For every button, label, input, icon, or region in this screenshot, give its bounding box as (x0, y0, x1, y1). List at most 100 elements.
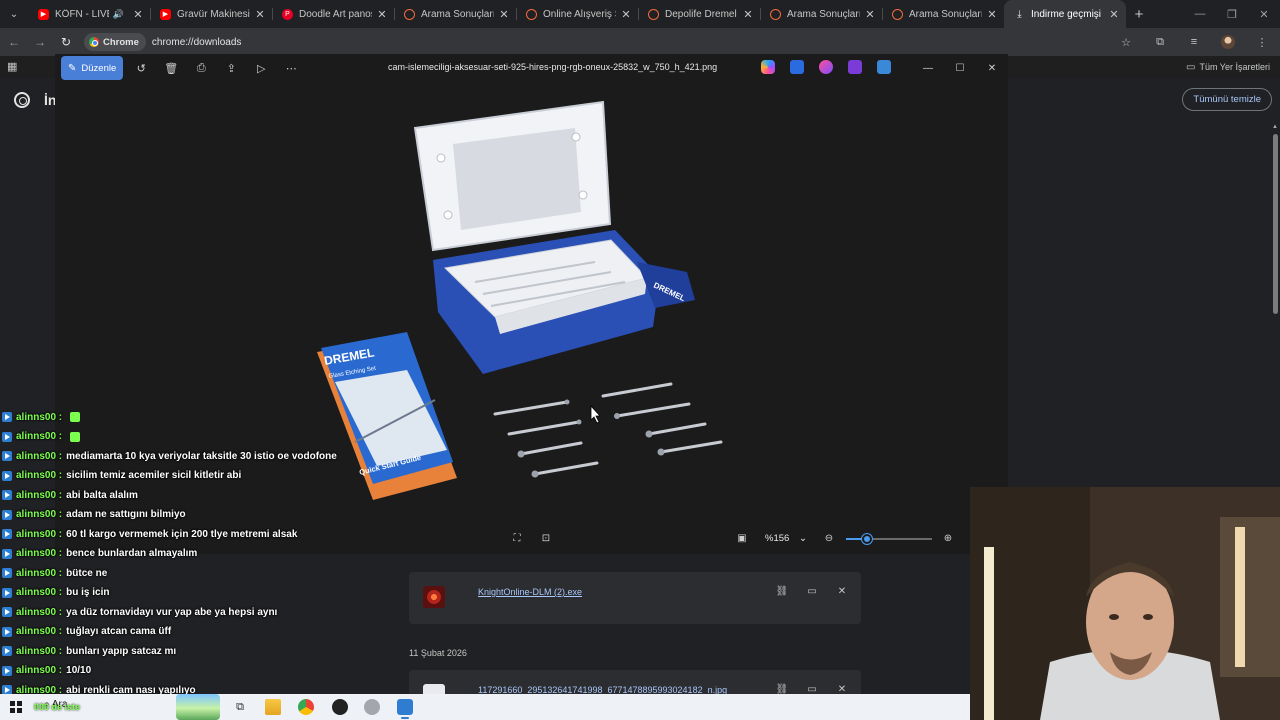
edit-button[interactable]: ✎ Düzenle (61, 56, 124, 80)
menu-kebab-icon[interactable]: ⋮ (1250, 30, 1274, 54)
chat-message: alinns00 : sicilim temiz acemiler sicil k… (2, 467, 241, 485)
omnibox[interactable]: Chrome chrome://downloads (84, 31, 241, 53)
file-explorer-icon[interactable] (265, 699, 281, 715)
zoom-out-icon[interactable]: ⊖ (822, 531, 836, 545)
tab-2[interactable]: ▶ Gravür Makinesi İçin ✕ (150, 0, 272, 28)
close-icon[interactable]: ✕ (742, 8, 754, 21)
close-icon[interactable]: ✕ (254, 8, 266, 21)
extensions-icon[interactable]: ⧉ (1148, 30, 1172, 54)
download-actions: ⛓ ▭ ✕ (775, 584, 849, 598)
restore-icon[interactable]: ❐ (1216, 0, 1248, 28)
copy-link-icon[interactable]: ⛓ (775, 584, 789, 598)
back-icon[interactable]: ← (2, 30, 26, 54)
paint-icon[interactable] (819, 60, 833, 74)
bookmark-star-icon[interactable]: ☆ (1114, 30, 1138, 54)
close-window-icon[interactable]: ✕ (1248, 0, 1280, 28)
close-icon[interactable]: ✕ (132, 8, 144, 21)
chat-username: alinns00 : (16, 509, 63, 520)
tab-downloads[interactable]: ⤓ İndirme geçmişi ✕ (1004, 0, 1126, 28)
chat-username: alinns00 : (16, 489, 63, 501)
close-icon[interactable]: ✕ (620, 8, 632, 21)
actual-size-icon[interactable]: ⊡ (539, 531, 553, 545)
rotate-icon[interactable]: ↺ (129, 56, 153, 80)
url-text[interactable]: chrome://downloads (152, 37, 242, 48)
close-icon[interactable]: ✕ (1108, 8, 1120, 21)
new-tab-button[interactable]: + (1126, 0, 1152, 28)
youtube-icon: ▶ (38, 8, 49, 20)
profile-avatar[interactable] (1216, 30, 1240, 54)
chat-text: 60 tl kargo vermemek için 200 tlye metre… (66, 528, 298, 540)
screenshot-icon[interactable]: ▣ (735, 531, 749, 545)
tab-7[interactable]: Arama Sonuçları - Tre ✕ (760, 0, 882, 28)
obs-icon[interactable] (332, 699, 348, 715)
site-chip[interactable]: Chrome (84, 33, 146, 51)
tab-8[interactable]: Arama Sonuçları - Tre ✕ (882, 0, 1004, 28)
tab-title: Arama Sonuçları - Tre (909, 8, 982, 20)
forward-icon[interactable]: → (28, 30, 52, 54)
chat-message: alinns00 :60 tl kargo vermemek için 200 … (2, 525, 297, 543)
viewer-toolbar: ✎ Düzenle ↺ 🗑 ⎙ ⇪ ▷ ⋯ cam-islemeciligi-a… (55, 54, 1008, 82)
chat-message: alinns00 : mediamarta 10 kya veriyolar ta… (2, 447, 337, 465)
tab-6[interactable]: Depolife Dremel Pro ✕ (638, 0, 760, 28)
clear-all-button[interactable]: Tümünü temizle (1182, 88, 1272, 111)
maximize-icon[interactable]: ☐ (944, 54, 976, 82)
close-window-icon[interactable]: ✕ (976, 54, 1008, 82)
onedrive-icon[interactable] (877, 60, 891, 74)
weather-widget[interactable] (176, 694, 220, 720)
delete-icon[interactable]: 🗑 (159, 56, 183, 80)
share-icon[interactable]: ⇪ (219, 56, 243, 80)
tab-1[interactable]: ▶ KÖFN - LIVE SET 🔊 ✕ (28, 0, 150, 28)
copilot-icon[interactable] (761, 60, 775, 74)
minimize-icon[interactable]: — (1184, 0, 1216, 28)
more-icon[interactable]: ⋯ (279, 56, 303, 80)
platform-badge-icon (2, 509, 12, 520)
show-in-folder-icon[interactable]: ▭ (805, 584, 819, 598)
scrollbar-thumb[interactable] (1273, 134, 1278, 314)
tab-search-button[interactable]: ⌄ (0, 0, 28, 28)
start-icon[interactable] (10, 701, 22, 713)
photos-icon[interactable] (397, 699, 413, 715)
platform-badge-icon (2, 626, 12, 637)
chat-message: alinns00 : adam ne sattıgını bilmiyo (2, 506, 186, 524)
chat-username: alinns00 : (16, 470, 63, 481)
close-icon[interactable]: ✕ (864, 8, 876, 21)
slideshow-icon[interactable]: ▷ (249, 56, 273, 80)
apps-grid-icon[interactable]: ▦ (7, 60, 17, 73)
minimize-icon[interactable]: — (912, 54, 944, 82)
zoom-in-icon[interactable]: ⊕ (941, 531, 955, 545)
youtube-icon: ▶ (160, 8, 171, 20)
file-title: cam-islemeciligi-aksesuar-seti-925-hires… (388, 62, 718, 72)
scrollbar[interactable]: ▲ (1272, 124, 1278, 320)
platform-badge-icon (2, 529, 12, 539)
chat-message: alinns00 : ya düz tornavidayı vur yap abe… (2, 603, 277, 621)
close-icon[interactable]: ✕ (376, 8, 388, 21)
close-icon[interactable]: ✕ (498, 8, 510, 21)
reload-icon[interactable]: ↻ (54, 30, 78, 54)
chat-text: bence bunlardan almayalım (66, 548, 198, 559)
scroll-up-icon[interactable]: ▲ (1272, 124, 1278, 130)
remove-icon[interactable]: ✕ (835, 584, 849, 598)
chat-username: alinns00 : (16, 411, 63, 423)
task-view-icon[interactable]: ⧉ (232, 699, 248, 715)
zoom-slider-thumb[interactable] (861, 534, 872, 544)
all-bookmarks-label: Tüm Yer İşaretleri (1199, 62, 1270, 72)
chat-text: tuğlayı atcan cama üff (66, 626, 172, 637)
chrome-logo-icon (89, 37, 99, 47)
zoom-dropdown[interactable]: %156 ⌄ (760, 529, 810, 548)
media-controls-icon[interactable]: ≡ (1182, 30, 1206, 54)
tab-5[interactable]: Online Alışveriş Sitesi ✕ (516, 0, 638, 28)
fit-to-window-icon[interactable]: ⛶ (510, 531, 524, 545)
bookmarks-bar-all[interactable]: ▭ Tüm Yer İşaretleri (1186, 58, 1270, 76)
speaker-icon[interactable]: 🔊 (113, 9, 124, 20)
download-filename-link[interactable]: KnightOnline-DLM (2).exe (478, 587, 582, 597)
chrome-icon[interactable] (298, 699, 314, 715)
designer-icon[interactable] (790, 60, 804, 74)
print-icon[interactable]: ⎙ (189, 56, 213, 80)
tab-4[interactable]: Arama Sonuçları - Tre ✕ (394, 0, 516, 28)
tab-3[interactable]: P Doodle Art panosund ✕ (272, 0, 394, 28)
zoom-slider[interactable] (846, 534, 932, 544)
app-icon[interactable] (364, 699, 380, 715)
chat-text: 10/10 (66, 665, 92, 676)
close-icon[interactable]: ✕ (986, 8, 998, 21)
clipchamp-icon[interactable] (848, 60, 862, 74)
